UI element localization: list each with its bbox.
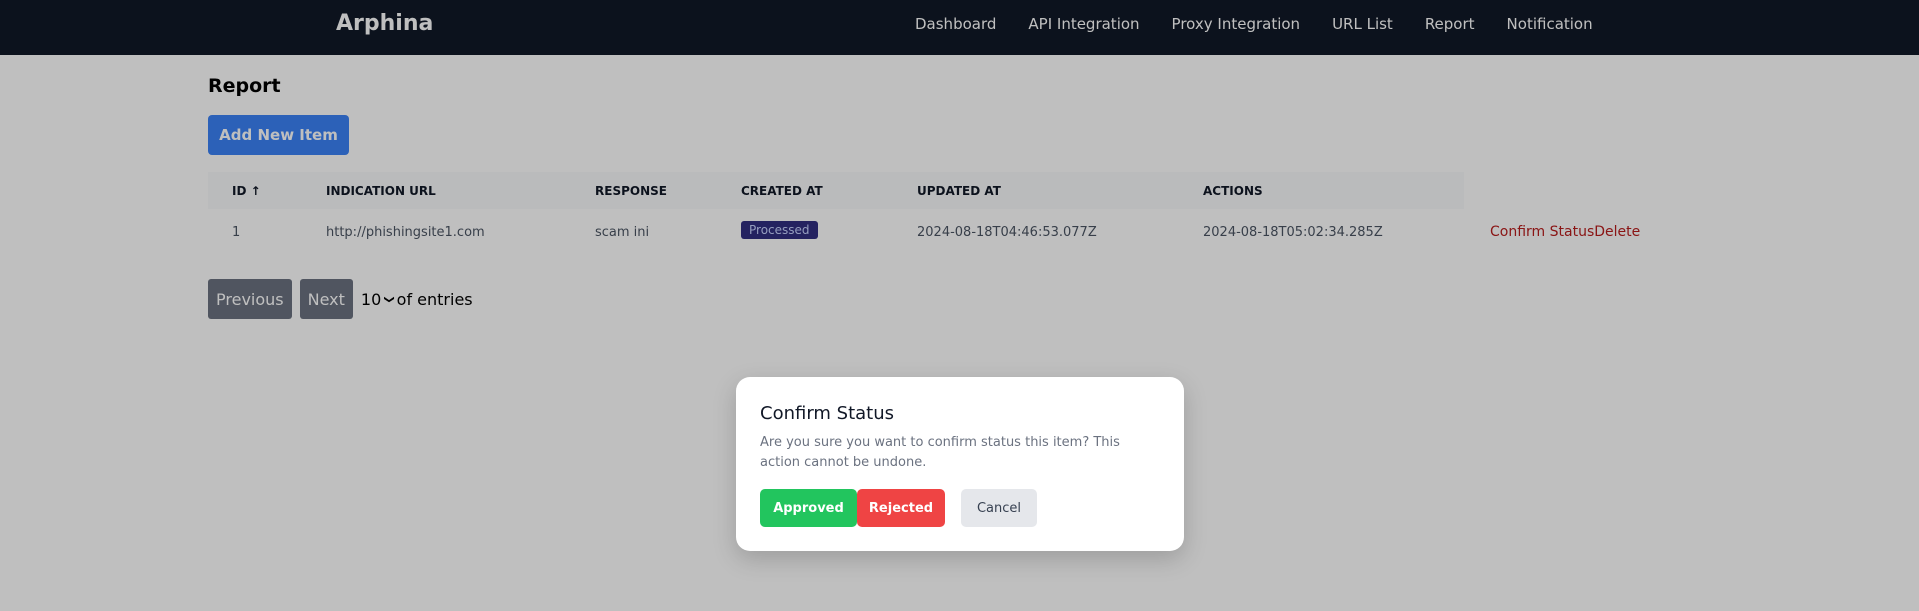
confirm-status-modal: Confirm Status Are you sure you want to … xyxy=(736,377,1184,551)
modal-title: Confirm Status xyxy=(760,403,895,424)
rejected-button[interactable]: Rejected xyxy=(857,489,945,527)
modal-message: Are you sure you want to confirm status … xyxy=(760,435,1120,470)
approved-button[interactable]: Approved xyxy=(760,489,857,527)
modal-actions: Approved Rejected Cancel xyxy=(760,489,1037,527)
cancel-button[interactable]: Cancel xyxy=(961,489,1037,527)
